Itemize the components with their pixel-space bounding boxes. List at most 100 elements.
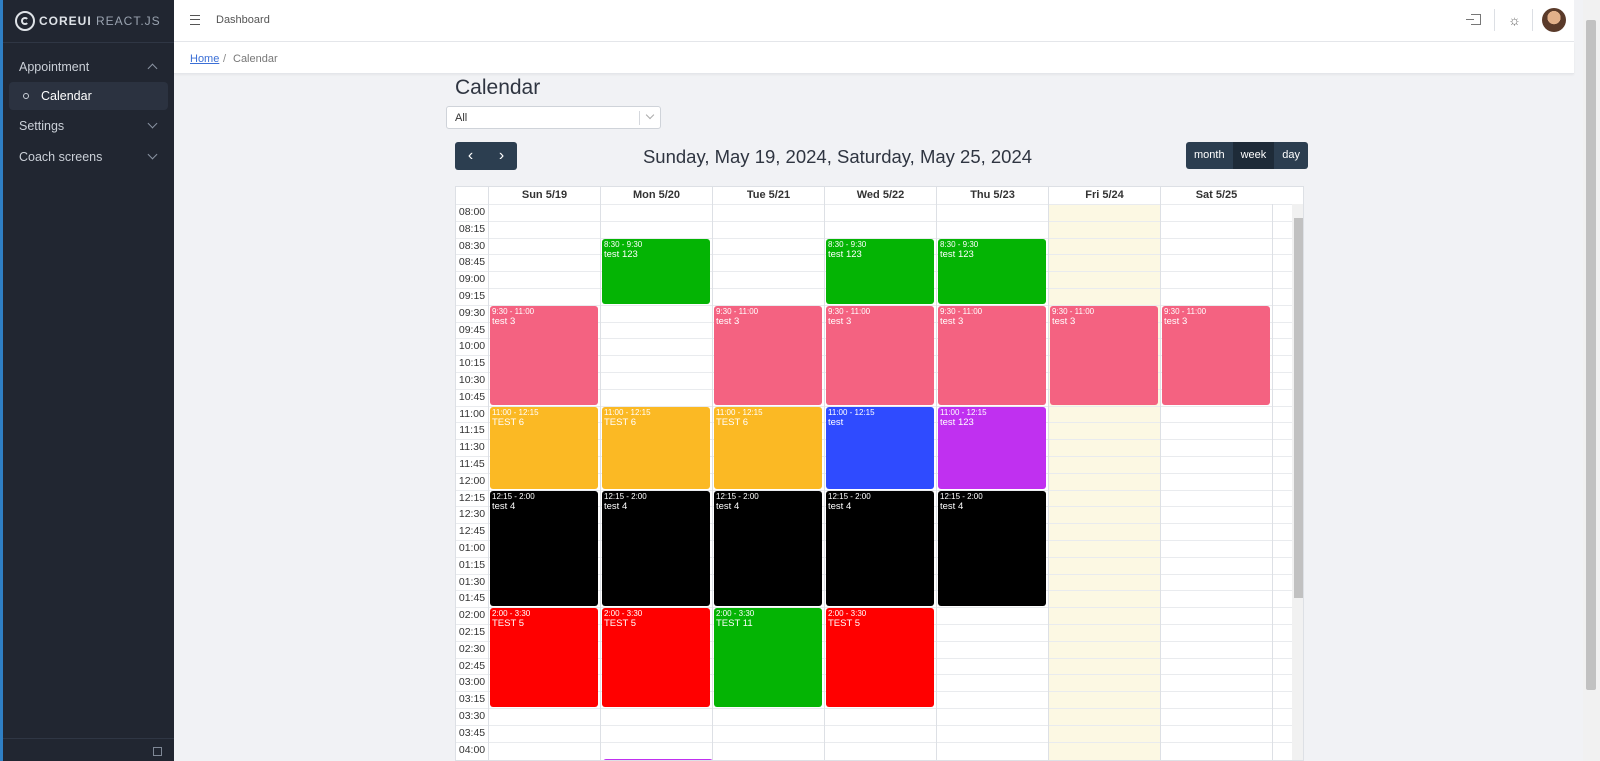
- event-time: 9:30 - 11:00: [1052, 306, 1095, 316]
- calendar-event[interactable]: 9:30 - 11:00 test 3: [938, 305, 1046, 405]
- calendar-nav-group: ‹ ›: [455, 142, 517, 170]
- time-slot[interactable]: [456, 220, 1292, 238]
- sidebar-collapse-icon[interactable]: [153, 747, 162, 756]
- logout-icon[interactable]: [1466, 14, 1481, 25]
- day-header[interactable]: Sun 5/19: [488, 187, 600, 204]
- event-time: 2:00 - 3:30: [716, 609, 755, 619]
- view-day-button[interactable]: day: [1274, 142, 1308, 169]
- calendar-event[interactable]: 12:15 - 2:00 test 4: [826, 490, 934, 607]
- calendar-event[interactable]: 11:00 - 12:15 TEST 6: [490, 406, 598, 489]
- column-divider: [824, 204, 825, 760]
- event-title: test 4: [604, 500, 628, 512]
- brand[interactable]: COREUI REACT.JS: [3, 0, 174, 43]
- menu-toggle-icon[interactable]: [190, 15, 200, 25]
- time-label: 09:15: [458, 290, 486, 302]
- calendar-event[interactable]: 2:00 - 3:30 TEST 11: [714, 608, 822, 707]
- day-header[interactable]: Fri 5/24: [1048, 187, 1160, 204]
- view-month-button[interactable]: month: [1186, 142, 1233, 169]
- calendar-event[interactable]: 12:15 - 2:00 test 4: [714, 490, 822, 607]
- brand-bold: COREUI: [39, 14, 92, 28]
- time-label: 03:15: [458, 693, 486, 706]
- event-title: test 4: [492, 500, 516, 512]
- view-switcher: month week day: [1186, 142, 1309, 169]
- coach-filter-select[interactable]: All: [446, 106, 661, 129]
- event-time: 11:00 - 12:15: [604, 407, 651, 417]
- sidebar-item-coach-screens[interactable]: Coach screens: [3, 141, 174, 172]
- event-time: 8:30 - 9:30: [604, 239, 643, 249]
- calendar-event[interactable]: 2:00 - 3:30 TEST 5: [602, 608, 710, 707]
- calendar-event[interactable]: 8:30 - 9:30 test 123: [938, 238, 1046, 304]
- time-label: 12:30: [458, 508, 486, 521]
- time-label: 10:45: [458, 390, 486, 403]
- calendar-event[interactable]: 9:30 - 11:00 test 3: [490, 305, 598, 405]
- time-label: 04:00: [458, 743, 486, 756]
- time-slot[interactable]: [456, 741, 1292, 759]
- day-header[interactable]: Sat 5/25: [1160, 187, 1272, 204]
- sidebar: COREUI REACT.JS Appointment Calendar Set…: [3, 0, 174, 761]
- time-slot[interactable]: [456, 724, 1292, 742]
- time-slot[interactable]: [456, 204, 1292, 221]
- next-week-button[interactable]: ›: [486, 142, 517, 170]
- event-time: 12:15 - 2:00: [604, 491, 647, 501]
- time-grid[interactable]: 08:00 08:15 08:30 08:45 09:00 09:15 09:30 09:45…: [456, 204, 1303, 760]
- event-title: TEST 11: [716, 618, 753, 630]
- calendar-event[interactable]: 2:00 - 3:30 TEST 5: [490, 608, 598, 707]
- time-label: 01:45: [458, 592, 486, 605]
- time-label: 08:00: [458, 206, 486, 218]
- sidebar-item-label: Coach screens: [19, 149, 103, 164]
- calendar-event[interactable]: 12:15 - 2:00 test 4: [490, 490, 598, 607]
- event-time: 11:00 - 12:15: [492, 407, 539, 417]
- theme-sun-icon[interactable]: ☼: [1507, 13, 1522, 28]
- column-divider: [1160, 204, 1161, 760]
- calendar-event[interactable]: 8:30 - 9:30 test 123: [826, 238, 934, 304]
- page-scrollbar-thumb[interactable]: [1586, 20, 1596, 690]
- calendar-event[interactable]: 8:30 - 9:30 test 123: [602, 238, 710, 304]
- sidebar-item-label: Calendar: [41, 89, 92, 103]
- brand-name: COREUI REACT.JS: [39, 14, 161, 28]
- time-label: 10:30: [458, 374, 486, 386]
- event-title: test: [828, 416, 844, 428]
- time-slot[interactable]: [456, 708, 1292, 725]
- calendar-event[interactable]: 9:30 - 11:00 test 3: [714, 305, 822, 405]
- calendar-event[interactable]: 11:00 - 12:15 test 123: [938, 406, 1046, 489]
- calendar-event[interactable]: 9:30 - 11:00 test 3: [1050, 305, 1158, 405]
- time-label: 11:45: [459, 458, 485, 470]
- event-title: test 123: [828, 248, 862, 260]
- sidebar-item-appointment[interactable]: Appointment: [3, 51, 174, 82]
- header-divider: [1494, 9, 1495, 31]
- event-title: TEST 5: [828, 618, 861, 630]
- time-label: 02:30: [458, 642, 486, 655]
- day-header[interactable]: Mon 5/20: [600, 187, 712, 204]
- calendar-event[interactable]: 11:00 - 12:15 TEST 6: [602, 406, 710, 489]
- calendar-event[interactable]: 12:15 - 2:00 test 4: [602, 490, 710, 607]
- view-week-button[interactable]: week: [1232, 142, 1275, 169]
- calendar-event[interactable]: 2:00 - 3:30 TEST 5: [826, 608, 934, 707]
- calendar-event[interactable]: 12:15 - 2:00 test 4: [938, 490, 1046, 607]
- column-divider: [1048, 204, 1049, 760]
- column-divider: [488, 204, 489, 760]
- time-label: 09:00: [458, 273, 486, 286]
- day-header[interactable]: Wed 5/22: [824, 187, 936, 204]
- top-header: Dashboard ☼: [174, 0, 1574, 42]
- sidebar-item-settings[interactable]: Settings: [3, 110, 174, 141]
- event-time: 2:00 - 3:30: [828, 609, 867, 619]
- calendar-event[interactable]: 9:30 - 11:00 test 3: [826, 305, 934, 405]
- breadcrumb-home-link[interactable]: Home: [190, 53, 219, 65]
- prev-week-button[interactable]: ‹: [455, 142, 486, 170]
- calendar-event[interactable]: 11:00 - 12:15 test: [826, 406, 934, 489]
- event-title: test 123: [604, 248, 638, 260]
- header-title[interactable]: Dashboard: [216, 14, 270, 26]
- calendar-event[interactable]: 11:00 - 12:15 TEST 6: [714, 406, 822, 489]
- event-title: test 123: [940, 248, 974, 260]
- day-header[interactable]: Thu 5/23: [936, 187, 1048, 204]
- time-label: 03:45: [458, 726, 486, 739]
- sidebar-item-calendar[interactable]: Calendar: [9, 82, 168, 110]
- time-label: 10:00: [458, 340, 486, 353]
- user-avatar[interactable]: [1542, 8, 1566, 32]
- day-header-row: Sun 5/19 Mon 5/20 Tue 5/21 Wed 5/22 Thu 5/23…: [456, 187, 1303, 205]
- day-header[interactable]: Tue 5/21: [712, 187, 824, 204]
- filter-value: All: [455, 112, 468, 124]
- calendar-scrollbar-thumb[interactable]: [1294, 218, 1303, 598]
- calendar-event[interactable]: 9:30 - 11:00 test 3: [1162, 305, 1270, 405]
- column-divider: [712, 204, 713, 760]
